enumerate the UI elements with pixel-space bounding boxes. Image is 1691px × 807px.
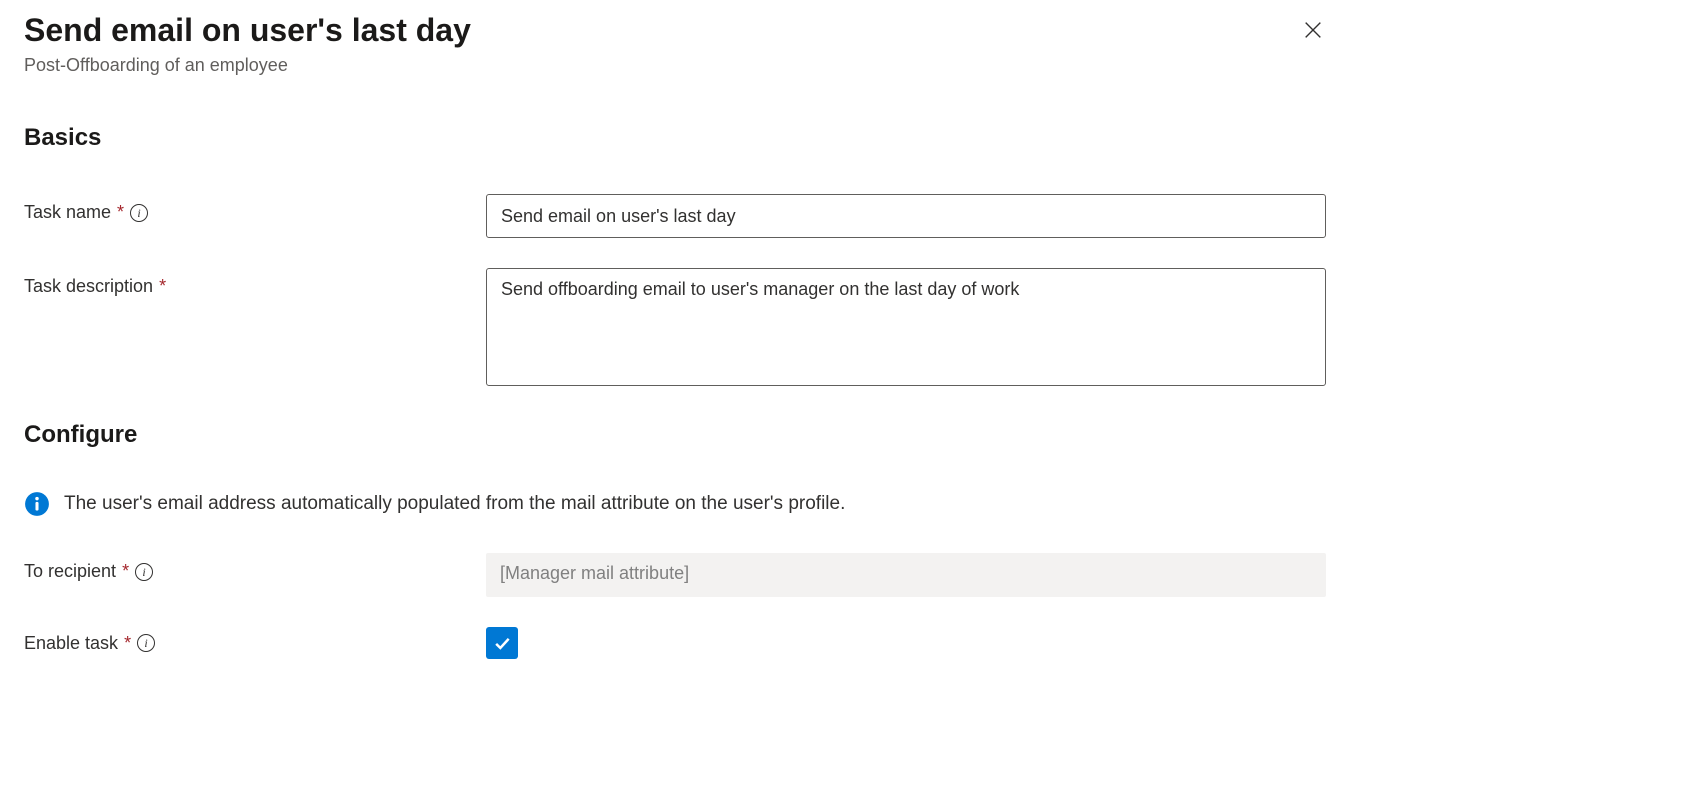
info-icon — [24, 491, 50, 517]
to-recipient-field: [Manager mail attribute] — [486, 553, 1326, 597]
info-icon[interactable]: i — [137, 634, 155, 652]
task-name-input[interactable] — [486, 194, 1326, 238]
basics-heading: Basics — [24, 124, 1667, 152]
close-icon — [1302, 19, 1324, 41]
configure-heading: Configure — [24, 421, 1667, 449]
to-recipient-label: To recipient — [24, 561, 116, 582]
required-indicator: * — [117, 202, 124, 223]
info-message-text: The user's email address automatically p… — [64, 493, 845, 515]
info-icon[interactable]: i — [135, 563, 153, 581]
page-title: Send email on user's last day — [24, 12, 471, 49]
required-indicator: * — [122, 561, 129, 582]
required-indicator: * — [159, 276, 166, 297]
check-icon — [492, 633, 512, 653]
enable-task-label: Enable task — [24, 633, 118, 654]
enable-task-checkbox[interactable] — [486, 627, 518, 659]
page-subtitle: Post-Offboarding of an employee — [24, 55, 471, 76]
close-button[interactable] — [1299, 16, 1327, 44]
task-description-label: Task description — [24, 276, 153, 297]
required-indicator: * — [124, 633, 131, 654]
task-name-label: Task name — [24, 202, 111, 223]
task-description-input[interactable] — [486, 268, 1326, 386]
info-icon[interactable]: i — [130, 204, 148, 222]
